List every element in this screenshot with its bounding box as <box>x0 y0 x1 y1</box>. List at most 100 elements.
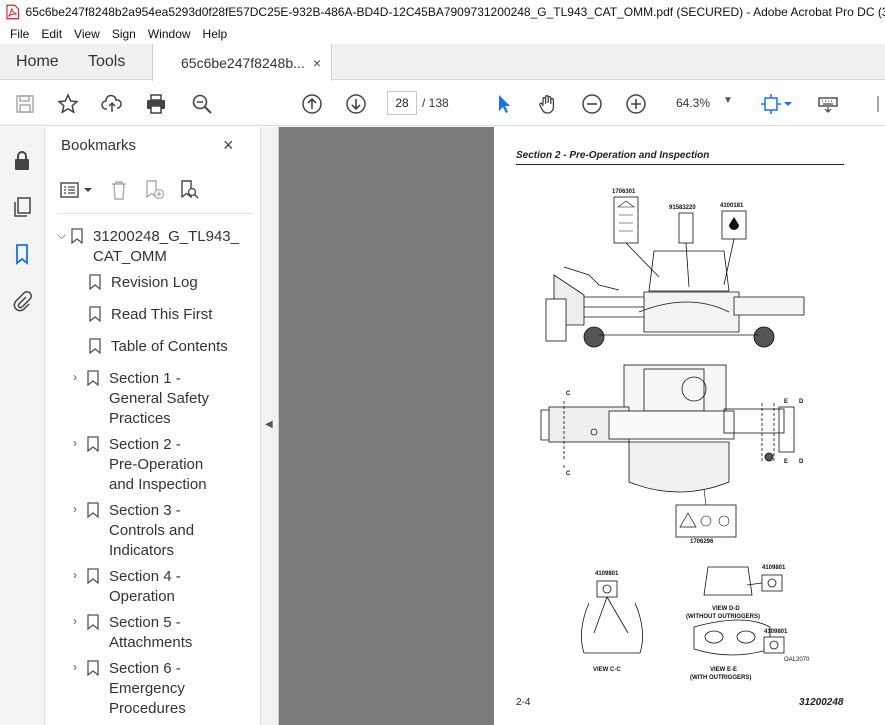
tab-tools[interactable]: Tools <box>88 44 125 80</box>
zoom-dropdown-icon[interactable]: ▼ <box>723 95 733 106</box>
zoom-out-icon[interactable] <box>579 91 605 117</box>
bookmark-label: Section 2 - Pre-Operation and Inspection <box>109 436 207 493</box>
close-icon[interactable]: × <box>223 135 234 156</box>
bookmark-label: Section 6 - Emergency Procedures <box>109 660 186 717</box>
bookmark-table-of-contents[interactable]: Table of Contents <box>89 337 228 357</box>
save-icon[interactable] <box>12 91 38 117</box>
machine-top-view <box>540 364 795 493</box>
page-footer-left: 2-4 <box>516 697 531 708</box>
pdf-page: Section 2 - Pre-Operation and Inspection <box>494 127 885 725</box>
page-total: / 138 <box>422 96 449 110</box>
document-viewer[interactable]: Section 2 - Pre-Operation and Inspection <box>279 127 885 725</box>
bookmark-read-this-first[interactable]: Read This First <box>89 305 212 325</box>
star-icon[interactable] <box>55 91 81 117</box>
toolbar: 28 / 138 64.3% ▼ <box>0 81 885 126</box>
bookmark-icon <box>87 370 99 386</box>
menu-sign[interactable]: Sign <box>112 27 136 41</box>
page-down-icon[interactable] <box>343 91 369 117</box>
search-zoom-icon[interactable] <box>189 91 215 117</box>
bookmark-icon <box>87 568 99 584</box>
bookmark-root[interactable]: ⌵ 31200248_G_TL943_ CAT_OMM <box>57 227 239 267</box>
expand-icon[interactable]: › <box>73 614 87 653</box>
label-4100181: 4100181 <box>720 203 744 209</box>
menu-file[interactable]: File <box>10 27 29 41</box>
bookmark-section-2[interactable]: › Section 2 - Pre-Operation and Inspecti… <box>73 435 207 495</box>
upload-icon[interactable] <box>99 91 125 117</box>
zoom-level[interactable]: 64.3% <box>676 96 710 110</box>
window-title: 65c6be247f8248b2a954ea5293d0f28fE57DC25E… <box>25 5 885 19</box>
hand-tool-icon[interactable] <box>535 91 561 117</box>
bookmark-panel-icon[interactable] <box>11 243 33 265</box>
page-up-icon[interactable] <box>299 91 325 117</box>
expand-icon[interactable]: › <box>73 502 87 561</box>
tab-document[interactable]: 65c6be247f8248b... × <box>152 44 332 81</box>
bookmark-label: 31200248_G_TL943_ CAT_OMM <box>93 228 239 265</box>
bookmark-section-1[interactable]: › Section 1 - General Safety Practices <box>73 369 209 429</box>
bookmark-icon <box>87 436 99 452</box>
collapse-icon[interactable]: ⌵ <box>57 228 71 267</box>
delete-icon[interactable] <box>106 177 132 203</box>
label-view-dd: VIEW D-D <box>712 606 740 612</box>
menu-bar: File Edit View Sign Window Help <box>0 24 885 44</box>
label-with-outriggers: (WITH OUTRIGGERS) <box>690 675 751 681</box>
print-icon[interactable] <box>143 91 169 117</box>
view-c-c <box>581 580 643 654</box>
label-ref: OAL2070 <box>784 657 810 663</box>
label-91583220: 91583220 <box>669 205 696 211</box>
expand-icon[interactable]: › <box>73 660 87 719</box>
bookmark-section-5[interactable]: › Section 5 - Attachments <box>73 613 192 653</box>
machine-diagram: 1706301 91583220 4100181 1706296 4109801… <box>540 189 810 681</box>
find-bookmark-icon[interactable] <box>176 177 202 203</box>
attachment-icon[interactable] <box>11 290 33 312</box>
expand-icon[interactable]: › <box>73 436 87 495</box>
more-tools-icon[interactable] <box>872 91 885 117</box>
fit-page-icon[interactable] <box>758 91 784 117</box>
keyboard-icon[interactable] <box>815 91 841 117</box>
collapse-panel-icon[interactable]: ◀ <box>265 419 273 430</box>
bookmark-icon <box>87 502 99 518</box>
panel-splitter[interactable]: ◀ <box>261 127 279 725</box>
bookmark-label: Read This First <box>111 306 213 323</box>
page-number-input[interactable]: 28 <box>387 91 417 115</box>
decal-1706296 <box>675 488 737 538</box>
bookmark-tools <box>59 177 211 203</box>
label-e-bottom: E <box>784 459 788 465</box>
zoom-in-icon[interactable] <box>623 91 649 117</box>
bookmark-section-4[interactable]: › Section 4 - Operation <box>73 567 181 607</box>
bookmarks-title: Bookmarks <box>61 137 137 154</box>
view-d-d <box>703 566 783 596</box>
tab-home[interactable]: Home <box>16 44 59 80</box>
bookmark-revision-log[interactable]: Revision Log <box>89 273 198 293</box>
bookmark-label: Section 1 - General Safety Practices <box>109 370 210 427</box>
select-cursor-icon[interactable] <box>491 91 517 117</box>
divider <box>57 213 253 214</box>
bookmarks-panel: Bookmarks × ⌵ 31200248_G_TL943_ CAT_OMM … <box>45 127 297 725</box>
menu-window[interactable]: Window <box>148 27 191 41</box>
label-4109801-ee: 4109801 <box>764 629 788 635</box>
label-c-top: C <box>566 391 571 397</box>
bookmark-section-3[interactable]: › Section 3 - Controls and Indicators <box>73 501 194 561</box>
bookmark-section-6[interactable]: › Section 6 - Emergency Procedures <box>73 659 186 719</box>
page-footer-right: 31200248 <box>799 697 844 708</box>
tab-bar: Home Tools 65c6be247f8248b... × <box>0 44 885 81</box>
label-e-top: E <box>784 399 788 405</box>
bookmark-label: Section 4 - Operation <box>109 568 181 605</box>
menu-view[interactable]: View <box>74 27 100 41</box>
menu-help[interactable]: Help <box>203 27 228 41</box>
tab-close-icon[interactable]: × <box>313 55 321 71</box>
label-view-cc: VIEW C-C <box>593 667 621 673</box>
pages-icon[interactable] <box>11 196 33 218</box>
machine-side-view <box>545 238 805 348</box>
label-1706296: 1706296 <box>690 539 714 545</box>
lock-icon[interactable] <box>11 149 33 171</box>
bookmark-icon <box>89 306 101 322</box>
fit-dropdown-icon[interactable] <box>783 91 793 117</box>
bookmark-icon <box>89 274 101 290</box>
menu-edit[interactable]: Edit <box>41 27 62 41</box>
decal-1706301 <box>613 196 639 244</box>
new-bookmark-icon[interactable] <box>141 177 167 203</box>
expand-icon[interactable]: › <box>73 370 87 429</box>
tab-document-label: 65c6be247f8248b... <box>181 54 305 71</box>
expand-icon[interactable]: › <box>73 568 87 607</box>
options-menu-icon[interactable] <box>59 177 97 203</box>
